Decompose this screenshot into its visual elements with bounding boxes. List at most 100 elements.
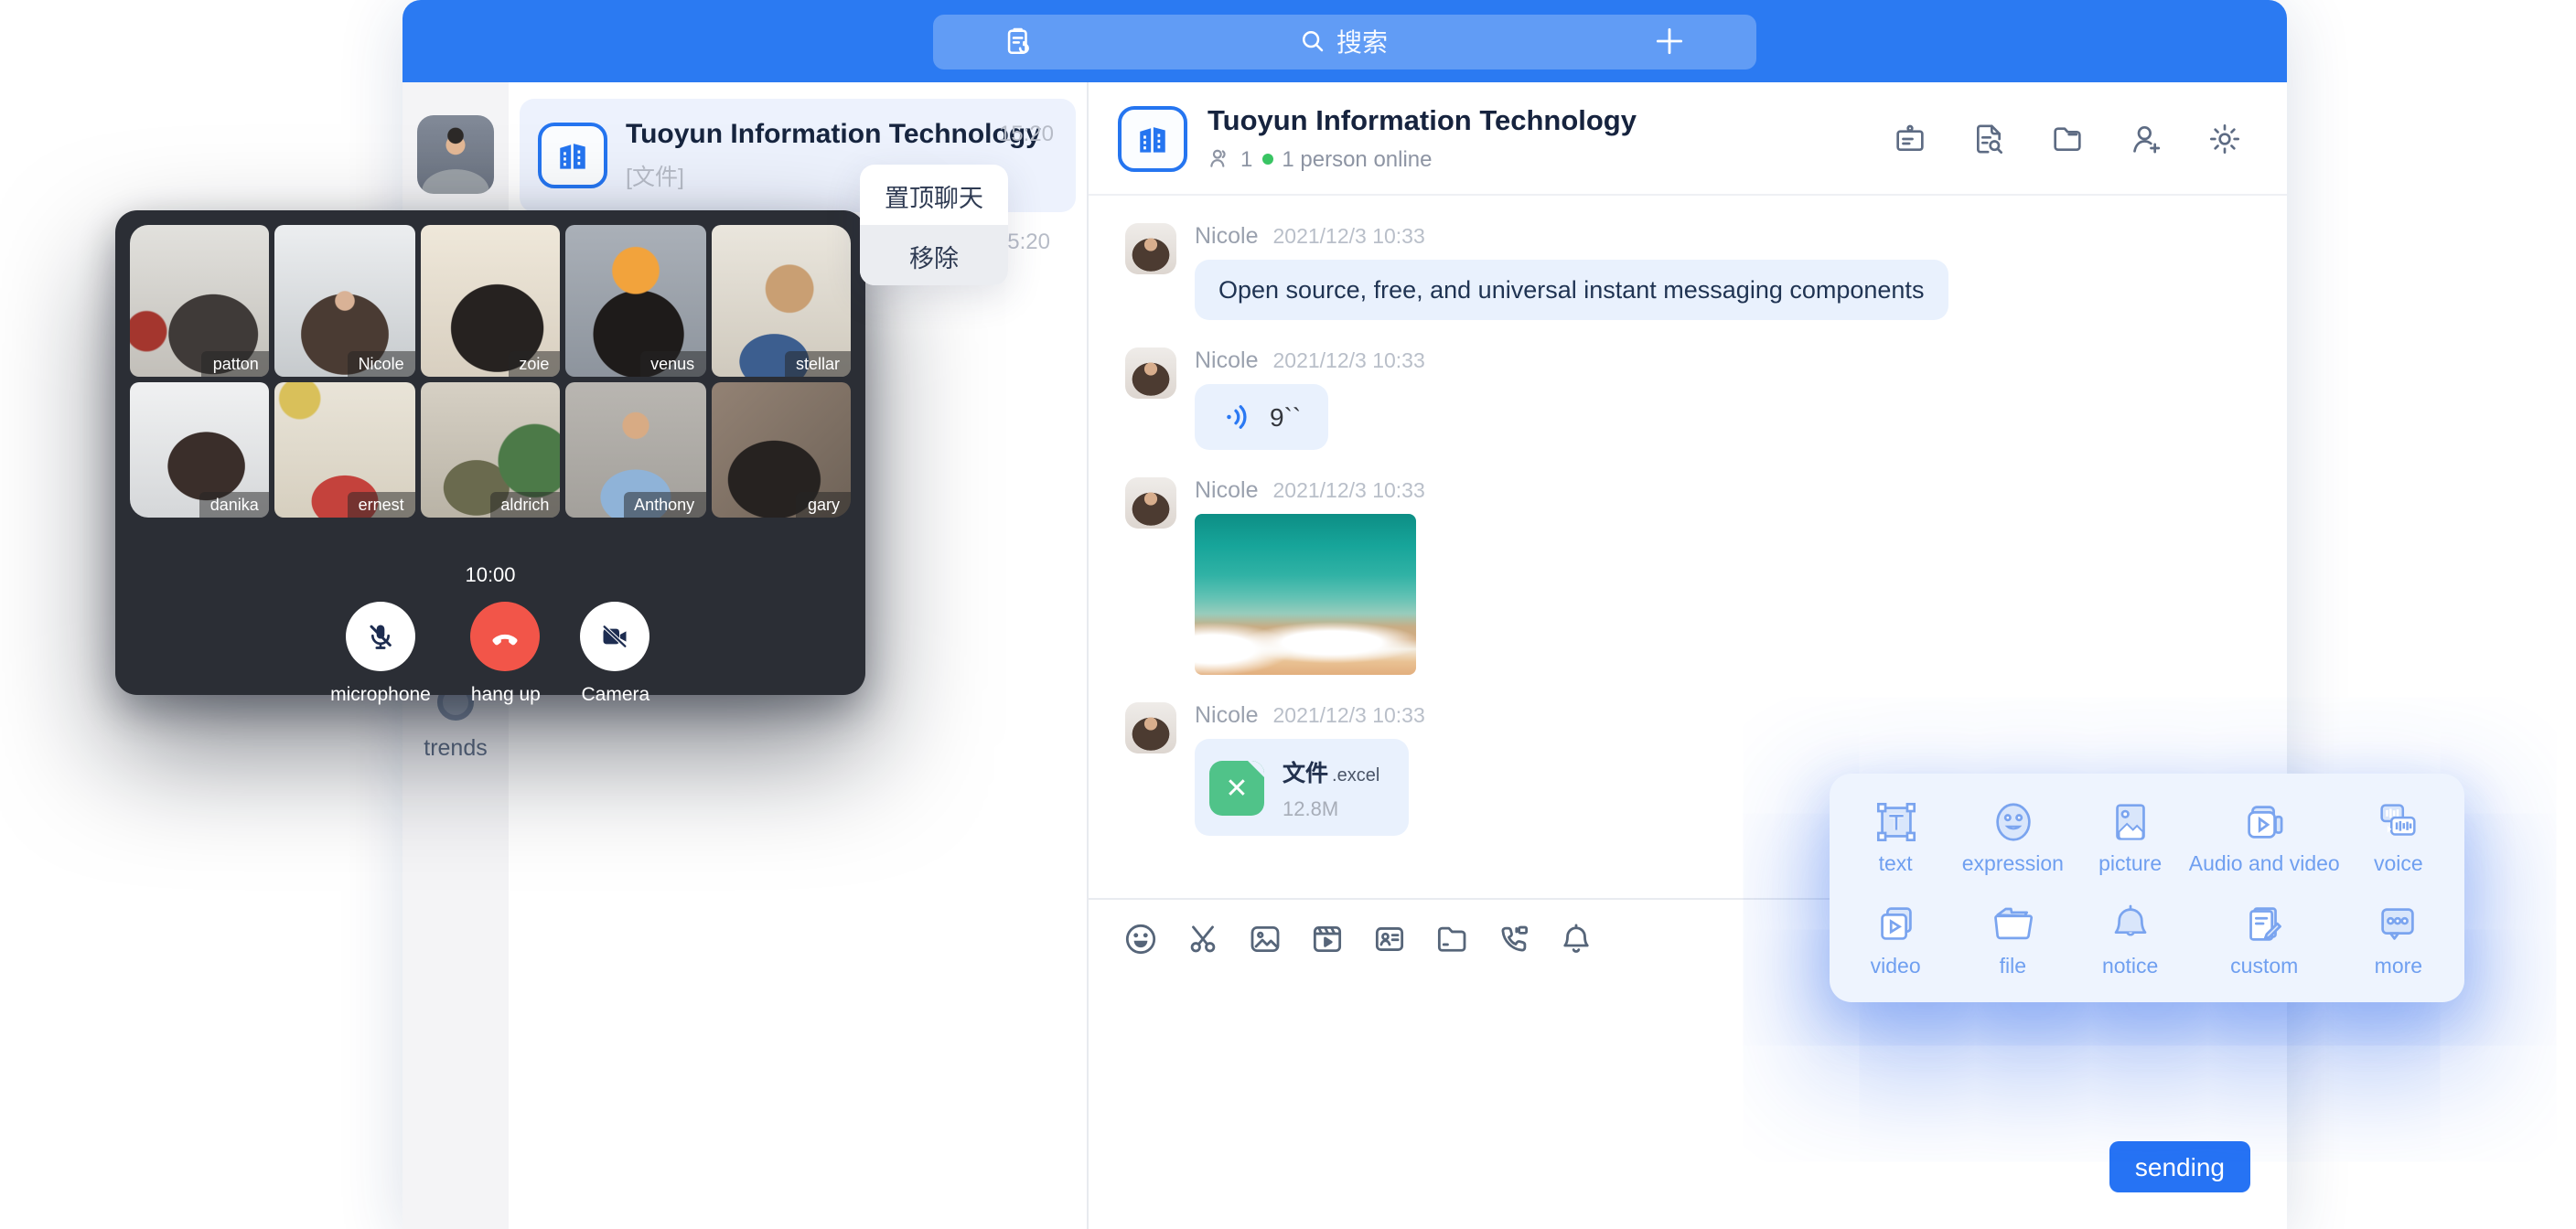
participant-name: stellar — [785, 351, 851, 377]
participant-tile[interactable]: zoie — [421, 225, 561, 377]
popup-item-custom[interactable]: custom — [2189, 888, 2340, 991]
call-timer: 10:00 — [130, 565, 851, 587]
popup-item-more[interactable]: more — [2340, 888, 2457, 991]
popup-item-voice[interactable]: voice — [2340, 785, 2457, 888]
plus-icon[interactable] — [1652, 24, 1687, 59]
popup-item-video[interactable]: video — [1837, 888, 1954, 991]
search-field[interactable]: 搜索 — [1298, 23, 1388, 59]
participant-tile[interactable]: Anthony — [565, 382, 705, 518]
chat-header: Tuoyun Information Technology 1 1 person… — [1089, 82, 2287, 196]
participant-tile[interactable]: danika — [130, 382, 270, 518]
org-building-icon — [538, 123, 607, 188]
message-time: 2021/12/3 10:33 — [1273, 481, 1425, 503]
file-name: 文件 — [1283, 761, 1328, 786]
video-call-icon[interactable] — [1495, 920, 1533, 958]
sender-avatar[interactable] — [1125, 223, 1176, 274]
file-size: 12.8M — [1283, 799, 1379, 821]
my-avatar[interactable] — [417, 115, 494, 194]
emoji-icon[interactable] — [1122, 920, 1160, 958]
message-text: Nicole 2021/12/3 10:33 Open source, free… — [1125, 223, 2287, 320]
conversation-time: 15:20 — [999, 121, 1054, 146]
video-clip-icon[interactable] — [1308, 920, 1347, 958]
voice-duration: 9`` — [1270, 402, 1301, 432]
popup-item-expression[interactable]: expression — [1954, 785, 2071, 888]
voice-bubble[interactable]: 9`` — [1195, 384, 1328, 450]
menu-item-pin-chat[interactable]: 置顶聊天 — [860, 165, 1008, 225]
participant-tile[interactable]: patton — [130, 225, 270, 377]
microphone-label: microphone — [330, 684, 431, 706]
participant-tile[interactable]: aldrich — [421, 382, 561, 518]
announcement-icon[interactable] — [1892, 120, 1928, 156]
hang-up-button[interactable] — [471, 602, 541, 671]
participant-name: danika — [199, 492, 270, 518]
settings-gear-icon[interactable] — [2206, 120, 2243, 156]
message-time: 2021/12/3 10:33 — [1273, 227, 1425, 249]
file-icon — [1988, 901, 2037, 950]
participant-name: venus — [639, 351, 705, 377]
microphone-button[interactable] — [346, 602, 415, 671]
search-placeholder: 搜索 — [1336, 23, 1388, 59]
conversation-title: Tuoyun Information Technology — [626, 119, 1041, 150]
chat-title: Tuoyun Information Technology — [1208, 105, 1637, 138]
participant-tile[interactable]: Nicole — [275, 225, 415, 377]
contact-card-icon[interactable] — [1370, 920, 1409, 958]
sender-avatar[interactable] — [1125, 477, 1176, 529]
participant-tile[interactable]: gary — [711, 382, 851, 518]
search-bar[interactable]: 搜索 — [933, 14, 1756, 69]
chat-record-search-icon[interactable] — [1970, 120, 2007, 156]
trends-label: trends — [402, 735, 509, 761]
message-image: Nicole 2021/12/3 10:33 — [1125, 477, 2287, 675]
call-controls: microphone hang up — [130, 602, 851, 706]
notice-bell-icon[interactable] — [1557, 920, 1595, 958]
excel-file-icon: ✕ — [1209, 760, 1264, 815]
participant-name: zoie — [508, 351, 560, 377]
hangup-phone-icon — [488, 618, 524, 655]
participant-grid: patton Nicole zoie venus stellar danika … — [130, 225, 851, 518]
more-icon — [2374, 901, 2423, 950]
members-icon — [1208, 146, 1231, 170]
hang-up-label: hang up — [471, 684, 541, 706]
notice-icon — [2106, 901, 2155, 950]
beach-photo[interactable] — [1195, 514, 1416, 675]
participant-name: aldrich — [489, 492, 560, 518]
composer-popup: text expression picture — [1830, 774, 2464, 1002]
sender-name: Nicole — [1195, 702, 1259, 728]
expression-icon — [1988, 797, 2037, 847]
popup-item-picture[interactable]: picture — [2072, 785, 2189, 888]
file-bubble[interactable]: ✕ 文件.excel 12.8M — [1195, 739, 1409, 836]
popup-item-notice[interactable]: notice — [2072, 888, 2189, 991]
member-count: 1 — [1240, 145, 1252, 171]
message-time: 2021/12/3 10:33 — [1273, 351, 1425, 373]
message-list: Nicole 2021/12/3 10:33 Open source, free… — [1089, 196, 2287, 836]
voice-icon — [2374, 797, 2423, 847]
screenshot-scissors-icon[interactable] — [1184, 920, 1222, 958]
folder-icon[interactable] — [1433, 920, 1471, 958]
camera-button[interactable] — [581, 602, 650, 671]
image-icon[interactable] — [1246, 920, 1284, 958]
popup-item-file[interactable]: file — [1954, 888, 2071, 991]
order-icon[interactable] — [1003, 26, 1034, 57]
online-status: 1 person online — [1282, 145, 1432, 171]
participant-name: patton — [202, 351, 270, 377]
text-icon — [1871, 797, 1920, 847]
chat-panel: Tuoyun Information Technology 1 1 person… — [1089, 82, 2287, 1229]
picture-icon — [2106, 797, 2155, 847]
participant-tile[interactable]: stellar — [711, 225, 851, 377]
menu-item-remove[interactable]: 移除 — [860, 225, 1008, 285]
sender-avatar[interactable] — [1125, 347, 1176, 399]
participant-tile[interactable]: venus — [565, 225, 705, 377]
video-call-panel: patton Nicole zoie venus stellar danika … — [115, 210, 865, 695]
sender-name: Nicole — [1195, 347, 1259, 373]
sender-name: Nicole — [1195, 477, 1259, 503]
video-icon — [1871, 901, 1920, 950]
audio-video-icon — [2239, 797, 2289, 847]
text-bubble[interactable]: Open source, free, and universal instant… — [1195, 260, 1948, 320]
popup-item-audio-video[interactable]: Audio and video — [2189, 785, 2340, 888]
send-button[interactable]: sending — [2109, 1141, 2250, 1192]
participant-tile[interactable]: ernest — [275, 382, 415, 518]
top-bar: 搜索 — [402, 0, 2287, 82]
add-member-icon[interactable] — [2128, 120, 2164, 156]
sender-avatar[interactable] — [1125, 702, 1176, 753]
popup-item-text[interactable]: text — [1837, 785, 1954, 888]
folder-icon[interactable] — [2049, 120, 2086, 156]
